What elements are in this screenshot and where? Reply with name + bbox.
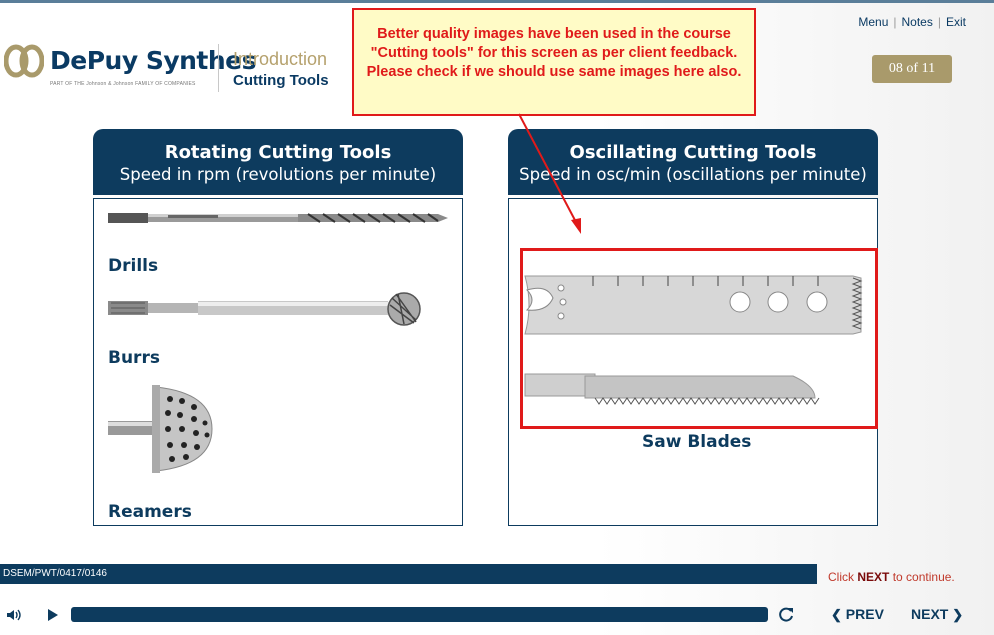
menu-link[interactable]: Menu bbox=[858, 15, 888, 29]
module-title: Introduction bbox=[233, 49, 328, 69]
brand-logo: DePuy Synthes PART OF THE Johnson & John… bbox=[4, 44, 257, 94]
tool-label-saw-blades: Saw Blades bbox=[642, 432, 752, 452]
menu-separator: | bbox=[893, 15, 897, 29]
top-accent-line bbox=[0, 0, 994, 3]
rotating-panel-header: Rotating Cutting Tools Speed in rpm (rev… bbox=[93, 129, 463, 195]
next-label: NEXT bbox=[911, 606, 949, 622]
chevron-left-icon: ❮ bbox=[831, 607, 842, 622]
prev-label: PREV bbox=[845, 606, 884, 622]
volume-icon[interactable] bbox=[6, 608, 22, 622]
brand-name: DePuy Synthes bbox=[50, 46, 257, 75]
rotating-panel-subtitle: Speed in rpm (revolutions per minute) bbox=[119, 165, 437, 184]
header-divider bbox=[218, 44, 219, 92]
review-highlight-frame bbox=[520, 248, 878, 429]
tool-label-reamers: Reamers bbox=[108, 502, 192, 522]
burr-image bbox=[108, 292, 421, 326]
tool-label-drills: Drills bbox=[108, 256, 159, 276]
review-note: Better quality images have been used in … bbox=[352, 8, 756, 116]
top-menu: Menu | Notes | Exit bbox=[858, 15, 966, 29]
module-subtitle: Cutting Tools bbox=[233, 72, 329, 89]
review-arrow bbox=[518, 113, 581, 234]
play-icon[interactable] bbox=[47, 608, 59, 622]
next-button[interactable]: NEXT ❯ bbox=[911, 606, 963, 623]
progress-bar[interactable] bbox=[71, 607, 768, 622]
logo-icon bbox=[4, 44, 44, 78]
hint-next: NEXT bbox=[857, 570, 890, 584]
brand-tagline: PART OF THE Johnson & Johnson FAMILY OF … bbox=[50, 81, 196, 87]
menu-separator: | bbox=[937, 15, 941, 29]
hint-pre: Click bbox=[828, 570, 854, 584]
tool-label-burrs: Burrs bbox=[108, 348, 160, 368]
replay-icon[interactable] bbox=[777, 606, 795, 624]
rotating-panel-title: Rotating Cutting Tools bbox=[164, 142, 392, 163]
hint-post: to continue. bbox=[892, 570, 955, 584]
chevron-right-icon: ❯ bbox=[952, 607, 964, 622]
continue-hint: Click NEXT to continue. bbox=[828, 570, 955, 584]
drill-image bbox=[108, 213, 448, 223]
prev-button[interactable]: ❮ PREV bbox=[831, 606, 884, 623]
exit-link[interactable]: Exit bbox=[946, 15, 966, 29]
reamer-image bbox=[108, 385, 213, 473]
page-indicator: 08 of 11 bbox=[872, 55, 952, 83]
rotating-tools-panel: Rotating Cutting Tools Speed in rpm (rev… bbox=[93, 129, 463, 526]
document-code-bar: DSEM/PWT/0417/0146 bbox=[0, 564, 817, 584]
notes-link[interactable]: Notes bbox=[902, 15, 933, 29]
